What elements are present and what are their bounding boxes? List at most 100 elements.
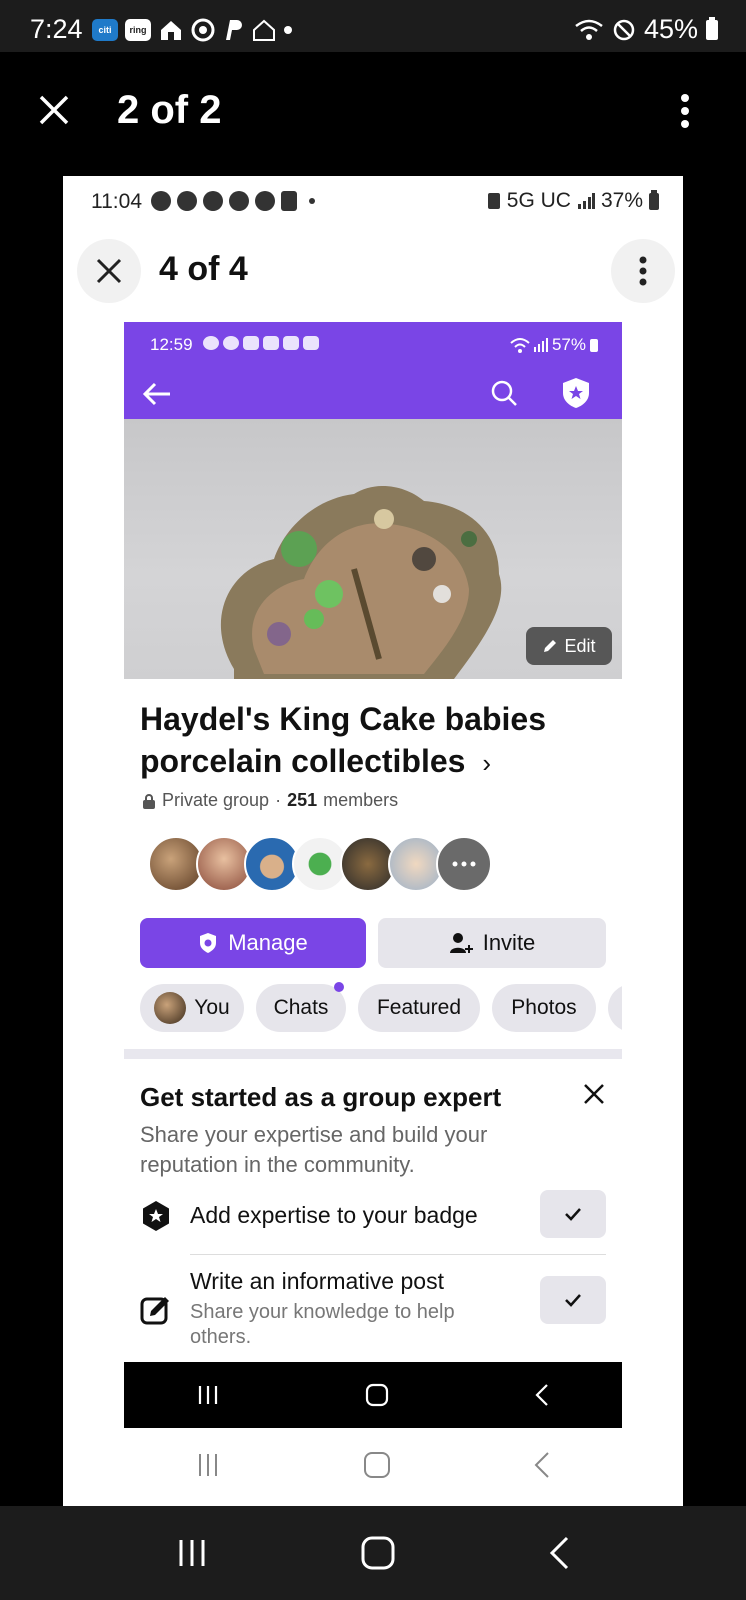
task-write-post[interactable]: Write an informative post Share your kno… bbox=[140, 1268, 606, 1358]
wifi-icon bbox=[575, 19, 603, 40]
home-icon[interactable] bbox=[363, 1451, 391, 1479]
inner-navigation-bar bbox=[124, 1362, 622, 1428]
close-icon bbox=[96, 258, 122, 284]
tab-label: Featured bbox=[376, 996, 462, 1019]
task-complete-button[interactable] bbox=[540, 1190, 606, 1238]
tab-label: You bbox=[194, 996, 230, 1019]
signal-icon bbox=[577, 193, 595, 209]
admin-shield-icon bbox=[200, 933, 217, 953]
inner-notification-icons bbox=[203, 336, 319, 350]
chevron-right-icon: › bbox=[482, 748, 492, 778]
battery-icon bbox=[590, 338, 598, 352]
group-page-screenshot: 12:59 57% Edit Haydel's King Cake babies… bbox=[124, 322, 622, 1428]
more-options-icon[interactable] bbox=[680, 94, 690, 128]
ring-app-icon bbox=[243, 336, 259, 350]
add-person-icon bbox=[449, 933, 473, 953]
close-icon[interactable] bbox=[582, 1082, 606, 1106]
outer-status-bar: 7:24 citi ring 45% bbox=[0, 0, 746, 52]
mobile-data-icon bbox=[487, 193, 500, 209]
group-name[interactable]: Haydel's King Cake babies porcelain coll… bbox=[140, 698, 600, 784]
recents-icon[interactable] bbox=[176, 1538, 208, 1568]
citi-app-icon: citi bbox=[92, 19, 118, 41]
recents-icon[interactable] bbox=[195, 1452, 221, 1478]
battery-icon bbox=[649, 189, 659, 210]
manage-label: Manage bbox=[228, 930, 308, 955]
back-arrow-icon[interactable] bbox=[142, 381, 172, 407]
mid-close-button[interactable] bbox=[77, 239, 141, 303]
search-icon[interactable] bbox=[490, 379, 518, 407]
expert-card-subtitle: Share your expertise and build your repu… bbox=[140, 1122, 488, 1177]
badge-icon bbox=[143, 1201, 169, 1231]
more-members-avatar bbox=[436, 836, 492, 892]
signal-icon bbox=[533, 338, 548, 352]
outer-notification-icons: citi ring bbox=[92, 18, 292, 42]
smart-home-icon bbox=[253, 19, 275, 41]
facebook-icon bbox=[255, 191, 275, 211]
task-sublabel: Share your knowledge to help others. bbox=[190, 1301, 455, 1348]
outer-clock: 7:24 bbox=[30, 14, 83, 44]
compose-icon bbox=[140, 1297, 169, 1325]
ring-app-icon: ring bbox=[125, 19, 151, 41]
tab-photos[interactable]: Photos bbox=[492, 984, 596, 1032]
unread-dot bbox=[334, 982, 344, 992]
messenger-icon bbox=[223, 336, 239, 350]
tab-more[interactable] bbox=[608, 984, 622, 1032]
image-frame: 11:04 5G UC 37% 4 of 4 12:59 57% Edit Ha… bbox=[63, 176, 683, 1506]
group-cover-photo[interactable]: Edit bbox=[124, 419, 622, 679]
manage-button[interactable]: Manage bbox=[140, 918, 366, 968]
task-divider bbox=[190, 1254, 606, 1255]
task-complete-button[interactable] bbox=[540, 1276, 606, 1324]
do-not-disturb-icon bbox=[613, 19, 635, 40]
edit-label: Edit bbox=[564, 635, 596, 656]
more-notifications-dot bbox=[284, 26, 292, 34]
inner-battery-percent: 57% bbox=[551, 335, 586, 354]
task-add-expertise[interactable]: Add expertise to your badge bbox=[140, 1190, 606, 1240]
lock-icon bbox=[143, 793, 155, 809]
recents-icon[interactable] bbox=[196, 1384, 220, 1406]
expert-card-title: Get started as a group expert bbox=[140, 1082, 502, 1112]
swirl-icon bbox=[203, 191, 223, 211]
pencil-icon bbox=[544, 640, 557, 652]
viewer-title: 2 of 2 bbox=[117, 88, 222, 132]
ring-app-icon bbox=[263, 336, 279, 350]
members-label: members bbox=[323, 790, 399, 810]
tab-chats[interactable]: Chats bbox=[256, 982, 346, 1032]
battery-icon bbox=[706, 16, 718, 40]
mid-notification-icons bbox=[151, 191, 315, 211]
whatsapp-icon bbox=[151, 191, 171, 211]
mid-status-right: 5G UC 37% bbox=[487, 189, 659, 213]
back-icon[interactable] bbox=[533, 1451, 551, 1479]
member-count: 251 bbox=[287, 790, 318, 810]
network-type: 5G UC bbox=[506, 189, 571, 212]
messenger-icon bbox=[229, 191, 249, 211]
paypal-app-icon bbox=[226, 20, 242, 40]
home-app-icon bbox=[161, 21, 181, 40]
news-app-icon bbox=[303, 336, 319, 350]
outer-status-right: 45% bbox=[574, 14, 718, 45]
back-icon[interactable] bbox=[548, 1536, 570, 1570]
group-privacy: Private group bbox=[162, 790, 270, 810]
mid-viewer-title: 4 of 4 bbox=[159, 250, 248, 288]
back-icon[interactable] bbox=[534, 1383, 550, 1407]
close-icon[interactable] bbox=[38, 94, 70, 126]
more-notifications-dot bbox=[309, 198, 315, 204]
system-navigation-bar bbox=[0, 1506, 746, 1600]
tab-featured[interactable]: Featured bbox=[358, 984, 480, 1032]
section-divider bbox=[124, 1049, 622, 1059]
home-icon[interactable] bbox=[361, 1536, 395, 1570]
tab-you[interactable]: You bbox=[140, 984, 244, 1032]
messenger-icon bbox=[177, 191, 197, 211]
home-icon[interactable] bbox=[365, 1383, 389, 1407]
invite-button[interactable]: Invite bbox=[378, 918, 606, 968]
messenger-icon bbox=[203, 336, 219, 350]
paypal-icon bbox=[281, 191, 297, 211]
more-dots-icon bbox=[452, 861, 476, 867]
checkmark-icon bbox=[565, 1294, 581, 1307]
edit-cover-button[interactable]: Edit bbox=[526, 627, 612, 665]
mid-battery-percent: 37% bbox=[600, 189, 643, 212]
tab-label: Photos bbox=[511, 996, 577, 1019]
inner-status-right: 57% bbox=[510, 335, 598, 355]
admin-shield-icon[interactable] bbox=[560, 376, 592, 410]
mid-more-button[interactable] bbox=[611, 239, 675, 303]
outer-battery-percent: 45% bbox=[643, 14, 698, 44]
